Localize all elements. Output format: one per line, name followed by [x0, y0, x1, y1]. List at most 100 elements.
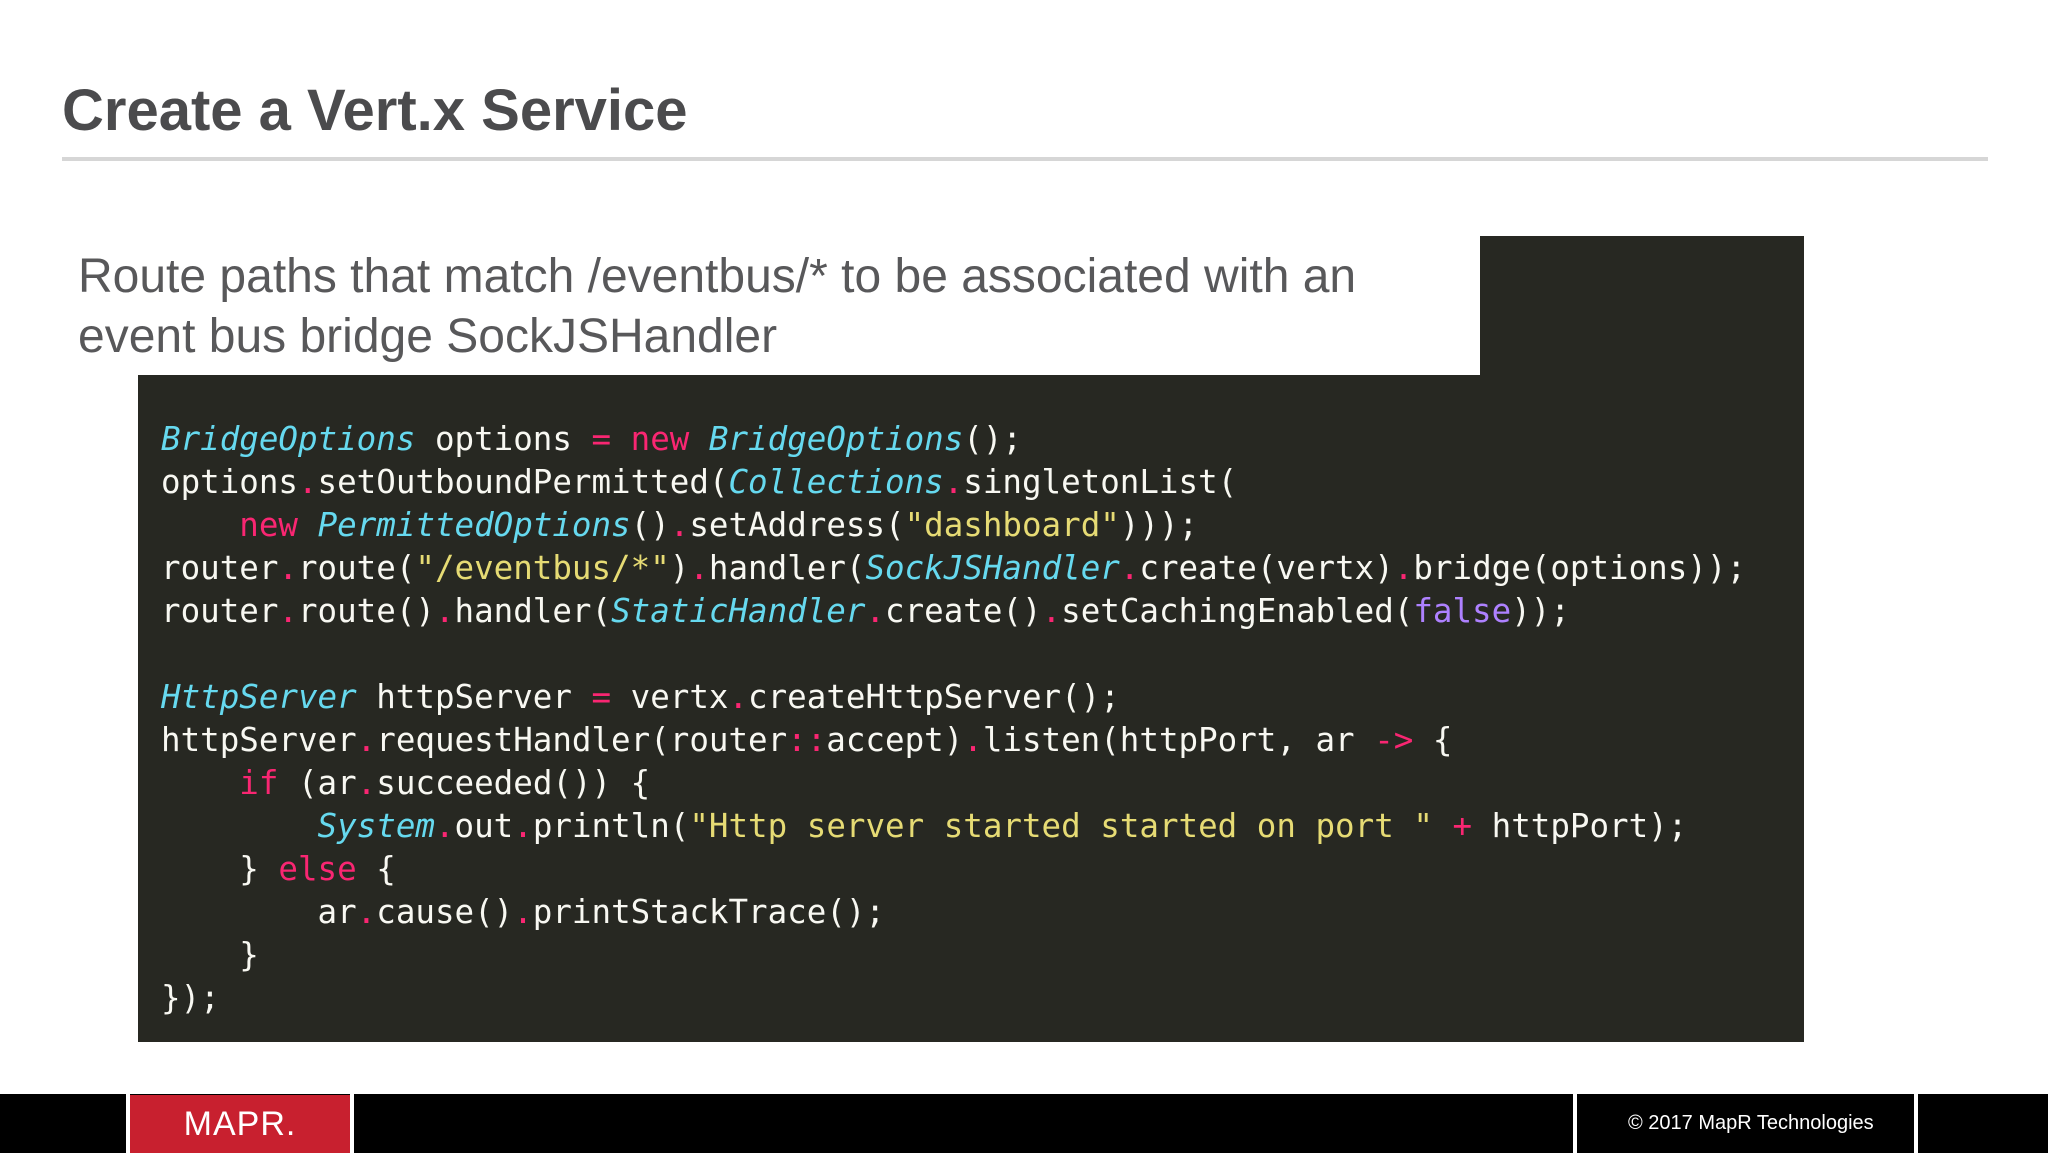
code-token: "dashboard": [904, 506, 1120, 544]
footer-divider: [1573, 1094, 1577, 1153]
code-line: router.route("/eventbus/*").handler(Sock…: [161, 547, 1746, 590]
code-token: if: [239, 764, 279, 802]
code-token: create(vertx): [1139, 549, 1394, 587]
code-token: {: [356, 850, 396, 888]
code-line: HttpServer httpServer = vertx.createHttp…: [161, 676, 1746, 719]
code-token: options: [415, 420, 592, 458]
code-line: if (ar.succeeded()) {: [161, 762, 1746, 805]
code-token: requestHandler(router: [376, 721, 788, 759]
code-token: .: [434, 592, 455, 630]
code-token: listen(httpPort, ar: [982, 721, 1375, 759]
code-token: +: [1452, 807, 1473, 845]
code-token: cause(): [376, 893, 514, 931]
code-token: .: [356, 764, 377, 802]
code-token: .: [943, 463, 964, 501]
code-token: httpServer: [161, 721, 357, 759]
copyright-notice: © 2017 MapR Technologies: [1628, 1112, 1874, 1134]
code-token: .: [1041, 592, 1062, 630]
title-divider: [62, 157, 1988, 161]
code-token: .: [278, 592, 298, 630]
slide-title: Create a Vert.x Service: [62, 78, 688, 143]
code-line: httpServer. requestHandler(router::accept…: [161, 719, 1746, 762]
code-token: )));: [1119, 506, 1199, 544]
code-token: .: [356, 893, 377, 931]
code-line: ar.cause().printStackTrace();: [161, 891, 1746, 934]
code-token: accept): [826, 721, 964, 759]
code-token: else: [278, 850, 357, 888]
code-token: ::: [787, 721, 827, 759]
code-token: httpPort);: [1472, 807, 1688, 845]
code-token: router: [161, 592, 279, 630]
code-token: .: [434, 807, 455, 845]
code-token: }: [161, 936, 259, 974]
code-token: StaticHandler: [611, 592, 866, 630]
code-token: printStackTrace();: [532, 893, 885, 931]
code-token: ): [669, 549, 690, 587]
code-token: .: [1119, 549, 1140, 587]
code-token: BridgeOptions: [708, 420, 964, 458]
code-token: .: [728, 678, 749, 716]
code-token: println(: [532, 807, 690, 845]
code-token: .: [669, 506, 690, 544]
code-line: });: [161, 977, 1746, 1020]
code-token: out: [454, 807, 514, 845]
code-token: Collections: [728, 463, 944, 501]
code-token: .: [297, 463, 318, 501]
code-token: =: [591, 678, 612, 716]
code-token: BridgeOptions: [161, 420, 416, 458]
code-token: .: [689, 549, 709, 587]
code-token: handler(: [454, 592, 612, 630]
code-line: System.out.println("Http server started …: [161, 805, 1746, 848]
code-token: false: [1413, 592, 1512, 630]
code-token: ar: [161, 893, 357, 931]
code-token: .: [513, 807, 533, 845]
code-line: BridgeOptions options = new BridgeOption…: [161, 418, 1746, 461]
code-token: (): [630, 506, 670, 544]
code-token: });: [161, 979, 220, 1017]
code-token: .: [278, 549, 298, 587]
code-token: ));: [1511, 592, 1570, 630]
code-token: PermittedOptions: [317, 506, 631, 544]
code-token: createHttpServer();: [748, 678, 1120, 716]
code-token: vertx: [611, 678, 729, 716]
code-line: } else {: [161, 848, 1746, 891]
code-token: System: [317, 807, 435, 845]
code-token: options: [161, 463, 298, 501]
code-block: BridgeOptions options = new BridgeOption…: [161, 418, 1746, 1020]
code-token: "Http server started started on port ": [689, 807, 1433, 845]
code-token: =: [591, 420, 612, 458]
code-token: setCachingEnabled(: [1061, 592, 1414, 630]
code-token: "/eventbus/*": [415, 549, 670, 587]
mapr-logo: MAPR.: [130, 1095, 350, 1153]
code-line: router.route().handler(StaticHandler.cre…: [161, 590, 1746, 633]
code-token: create(): [885, 592, 1042, 630]
code-line: options.setOutboundPermitted(Collections…: [161, 461, 1746, 504]
code-token: setOutboundPermitted(: [317, 463, 729, 501]
code-token: ->: [1374, 721, 1414, 759]
code-token: (ar: [278, 764, 357, 802]
code-token: .: [1393, 549, 1414, 587]
code-line: new PermittedOptions().setAddress("dashb…: [161, 504, 1746, 547]
code-token: {: [1413, 721, 1453, 759]
code-token: route(): [297, 592, 435, 630]
code-token: new: [239, 506, 298, 544]
slide-subtitle: Route paths that match /eventbus/* to be…: [78, 250, 1357, 363]
code-token: succeeded()) {: [376, 764, 651, 802]
code-token: }: [161, 850, 279, 888]
code-token: setAddress(: [689, 506, 905, 544]
code-token: route(: [297, 549, 416, 587]
code-token: .: [865, 592, 886, 630]
code-token: .: [963, 721, 983, 759]
code-token: SockJSHandler: [865, 549, 1120, 587]
code-token: handler(: [708, 549, 866, 587]
code-token: httpServer: [356, 678, 592, 716]
code-token: router: [161, 549, 279, 587]
